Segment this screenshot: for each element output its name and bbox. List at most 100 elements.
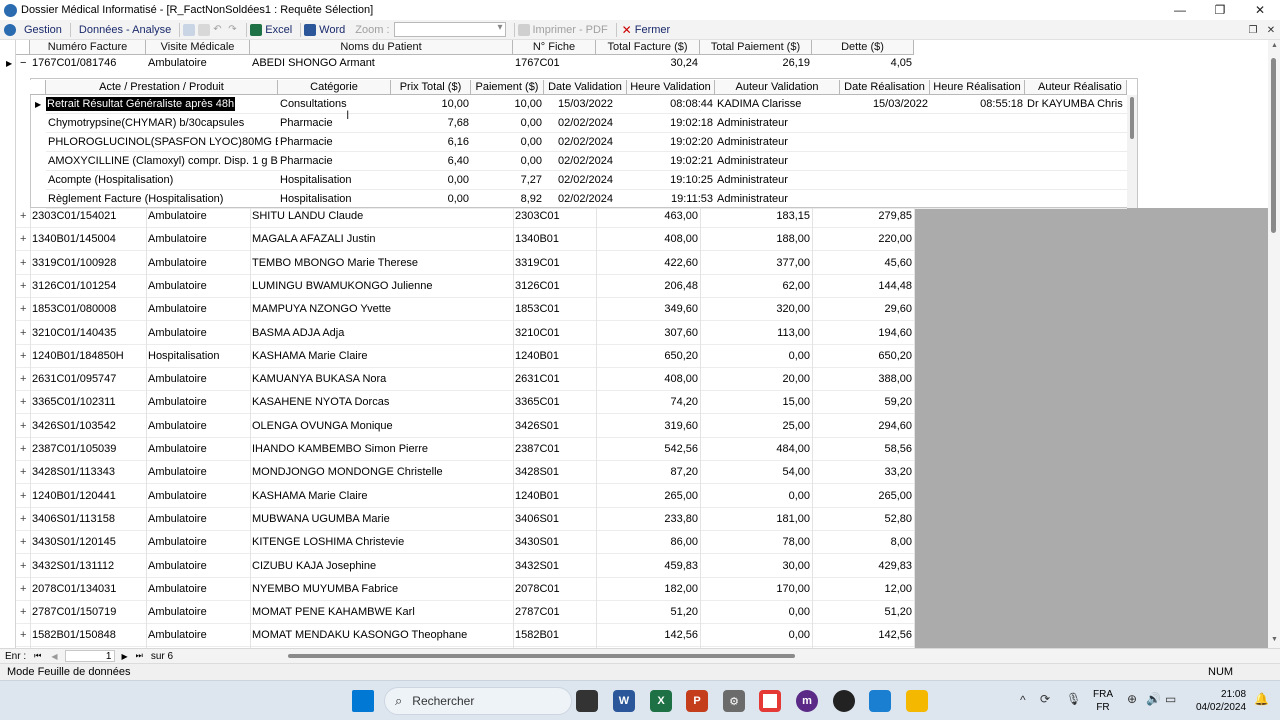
cell-visite[interactable]: Ambulatoire — [146, 252, 250, 275]
cell-fiche[interactable]: 3406S01 — [513, 508, 596, 531]
cell-fiche[interactable]: 3432S01 — [513, 555, 596, 578]
cell-patient[interactable]: KASHAMA Marie Claire — [250, 485, 513, 508]
cell-patient[interactable]: MONDJONGO MONDONGE Christelle — [250, 461, 513, 484]
explorer-app-icon[interactable] — [906, 690, 928, 712]
expand-toggle[interactable]: + — [18, 461, 30, 484]
expand-toggle[interactable]: + — [18, 531, 30, 554]
sub-cell-dval[interactable]: 02/02/2024 — [544, 133, 627, 152]
cell-paiement[interactable]: 25,00 — [700, 415, 812, 438]
sub-column-header[interactable]: Heure Réalisation — [930, 80, 1025, 95]
sync-icon[interactable]: ⟳ — [1040, 692, 1050, 706]
cell-numero[interactable]: 3432S01/131112 — [30, 555, 146, 578]
cell-dette[interactable]: 59,20 — [812, 391, 914, 414]
cell-dette[interactable]: 4,05 — [812, 52, 914, 75]
sub-column-header[interactable]: Date Réalisation — [840, 80, 930, 95]
cell-numero[interactable]: 3210C01/140435 — [30, 322, 146, 345]
cell-paiement[interactable]: 183,15 — [700, 205, 812, 228]
expand-toggle[interactable]: + — [18, 508, 30, 531]
vertical-scrollbar[interactable]: ▲ ▼ — [1268, 40, 1280, 648]
expand-toggle[interactable]: + — [18, 624, 30, 647]
expand-toggle[interactable]: + — [18, 298, 30, 321]
cell-numero[interactable]: 2078C01/134031 — [30, 578, 146, 601]
cell-patient[interactable]: CIZUBU KAJA Josephine — [250, 555, 513, 578]
cell-fiche[interactable]: 3319C01 — [513, 252, 596, 275]
sub-cell-hreal[interactable] — [930, 133, 1025, 152]
cell-patient[interactable]: ABEDI SHONGO Armant — [250, 52, 513, 75]
prev-record-button[interactable]: ◀ — [51, 652, 57, 661]
sub-scrollbar-thumb[interactable] — [1130, 97, 1134, 139]
cell-paiement[interactable]: 0,00 — [700, 601, 812, 624]
start-icon[interactable] — [352, 690, 374, 712]
maximize-button[interactable]: ❐ — [1200, 0, 1240, 20]
cell-dette[interactable]: 279,85 — [812, 205, 914, 228]
cell-dette[interactable]: 33,20 — [812, 461, 914, 484]
sub-column-header[interactable]: Auteur Réalisatio — [1025, 80, 1127, 95]
cell-dette[interactable]: 51,20 — [812, 601, 914, 624]
expand-toggle[interactable]: + — [18, 275, 30, 298]
sub-cell-paie[interactable]: 0,00 — [471, 152, 544, 171]
expand-toggle[interactable]: + — [18, 205, 30, 228]
sub-cell-dval[interactable]: 02/02/2024 — [544, 171, 627, 190]
cell-visite[interactable]: Hospitalisation — [146, 345, 250, 368]
sub-column-header[interactable]: Catégorie — [278, 80, 391, 95]
cell-numero[interactable]: 3365C01/102311 — [30, 391, 146, 414]
cell-total[interactable]: 265,00 — [596, 485, 700, 508]
cell-paiement[interactable]: 0,00 — [700, 485, 812, 508]
cell-paiement[interactable]: 15,00 — [700, 391, 812, 414]
network-icon[interactable]: ⊕ — [1127, 692, 1137, 706]
cell-visite[interactable]: Ambulatoire — [146, 275, 250, 298]
minimize-button[interactable]: — — [1160, 0, 1200, 20]
taskview-icon[interactable] — [576, 690, 598, 712]
redo-icon[interactable]: ↷ — [228, 24, 240, 36]
sub-cell-areal[interactable] — [1025, 133, 1127, 152]
sub-cell-dreal[interactable] — [840, 133, 930, 152]
sub-column-header[interactable]: Heure Validation — [627, 80, 715, 95]
cell-patient[interactable]: OLENGA OVUNGA Monique — [250, 415, 513, 438]
cell-paiement[interactable]: 20,00 — [700, 368, 812, 391]
expand-toggle[interactable]: + — [18, 345, 30, 368]
cell-paiement[interactable]: 113,00 — [700, 322, 812, 345]
cell-dette[interactable]: 194,60 — [812, 322, 914, 345]
expand-toggle[interactable]: + — [18, 252, 30, 275]
sub-cell-cat[interactable]: Pharmacie — [278, 114, 391, 133]
sub-cell-dval[interactable]: 02/02/2024 — [544, 152, 627, 171]
cell-fiche[interactable]: 1767C01 — [513, 52, 596, 75]
sub-cell-cat[interactable]: Pharmacie — [278, 133, 391, 152]
cell-total[interactable]: 86,00 — [596, 531, 700, 554]
expand-toggle[interactable]: + — [18, 228, 30, 251]
cell-visite[interactable]: Ambulatoire — [146, 438, 250, 461]
menu-donnees-analyse[interactable]: Données - Analyse — [74, 21, 176, 39]
cell-visite[interactable]: Ambulatoire — [146, 322, 250, 345]
cell-fiche[interactable]: 3365C01 — [513, 391, 596, 414]
cell-patient[interactable]: KASAHENE NYOTA Dorcas — [250, 391, 513, 414]
cell-numero[interactable]: 1582B01/150848 — [30, 624, 146, 647]
cell-patient[interactable]: BASMA ADJA Adja — [250, 322, 513, 345]
cell-total[interactable]: 408,00 — [596, 368, 700, 391]
cell-visite[interactable]: Ambulatoire — [146, 205, 250, 228]
sub-cell-areal[interactable] — [1025, 114, 1127, 133]
cell-fiche[interactable]: 2303C01 — [513, 205, 596, 228]
sub-cell-cat[interactable]: Hospitalisation — [278, 171, 391, 190]
cell-dette[interactable]: 144,48 — [812, 275, 914, 298]
sub-cell-prix[interactable]: 6,40 — [391, 152, 471, 171]
cell-total[interactable]: 142,56 — [596, 624, 700, 647]
cell-total[interactable]: 51,20 — [596, 601, 700, 624]
excel-app-icon[interactable]: X — [650, 690, 672, 712]
tools-app-icon[interactable]: ⚙ — [723, 690, 745, 712]
cell-patient[interactable]: MUBWANA UGUMBA Marie — [250, 508, 513, 531]
cell-fiche[interactable]: 2078C01 — [513, 578, 596, 601]
cell-paiement[interactable]: 484,00 — [700, 438, 812, 461]
cell-fiche[interactable]: 1582B01 — [513, 624, 596, 647]
sub-column-header[interactable]: Prix Total ($) — [391, 80, 471, 95]
cell-numero[interactable]: 1853C01/080008 — [30, 298, 146, 321]
sub-cell-dreal[interactable] — [840, 152, 930, 171]
cell-total[interactable]: 463,00 — [596, 205, 700, 228]
cell-visite[interactable]: Ambulatoire — [146, 52, 250, 75]
cell-paiement[interactable]: 320,00 — [700, 298, 812, 321]
sub-cell-paie[interactable]: 0,00 — [471, 133, 544, 152]
cell-visite[interactable]: Ambulatoire — [146, 391, 250, 414]
language-indicator[interactable]: FRA FR — [1093, 688, 1113, 714]
menu-gestion[interactable]: Gestion — [19, 21, 67, 39]
sub-cell-dreal[interactable] — [840, 114, 930, 133]
record-number-input[interactable]: 1 — [65, 650, 116, 662]
